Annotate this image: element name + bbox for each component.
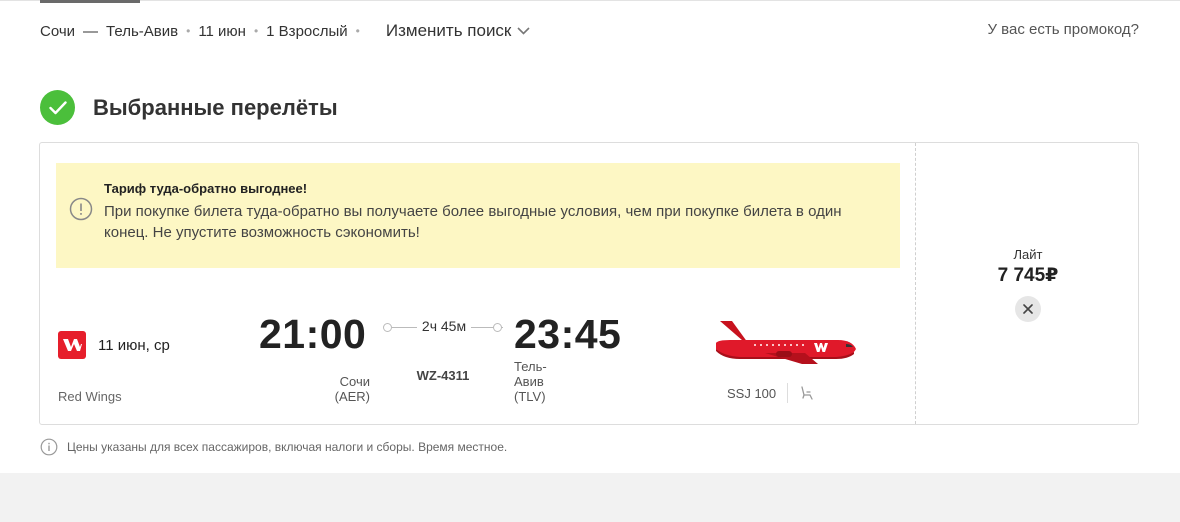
warning-icon (69, 197, 93, 221)
airline-logo (58, 331, 86, 359)
search-summary: Сочи — Тель-Авив • 11 июн • 1 Взрослый •… (40, 20, 530, 42)
flight-duration: 2ч 45м (417, 318, 471, 334)
change-search-button[interactable]: Изменить поиск (386, 21, 531, 41)
departure-city: Сочи (339, 374, 370, 389)
info-icon (40, 438, 58, 456)
search-date: 11 июн (198, 22, 246, 40)
aircraft-divider (787, 383, 788, 403)
arrival-airport: Тель- Авив (TLV) (514, 359, 547, 404)
roundtrip-notice: Тариф туда-обратно выгоднее! При покупке… (56, 163, 900, 268)
search-destination: Тель-Авив (106, 22, 179, 40)
arrival-time: 23:45 (514, 311, 622, 357)
notice-title: Тариф туда-обратно выгоднее! (104, 181, 308, 196)
aircraft-type: SSJ 100 (727, 386, 777, 401)
active-tab-indicator (40, 0, 140, 3)
page: Сочи — Тель-Авив • 11 июн • 1 Взрослый •… (0, 0, 1180, 473)
search-passengers: 1 Взрослый (266, 22, 348, 40)
search-origin: Сочи (40, 22, 76, 40)
airline-name: Red Wings (58, 389, 122, 404)
departure-airport: Сочи (AER) (320, 374, 370, 404)
flight-number: WZ-4311 (416, 368, 470, 383)
bullet-separator: • (186, 24, 191, 38)
route-separator: — (83, 22, 99, 40)
departure-time: 21:00 (259, 311, 367, 357)
change-search-label: Изменить поиск (385, 21, 512, 40)
remove-fare-button[interactable] (1015, 296, 1041, 322)
top-divider (0, 0, 1180, 1)
arrival-city-line1: Тель- (514, 359, 547, 374)
destination-point (493, 323, 502, 332)
flight-date: 11 июн, ср (98, 337, 170, 354)
aircraft-image (716, 321, 856, 364)
origin-point (383, 323, 392, 332)
flight-card: Тариф туда-обратно выгоднее! При покупке… (39, 142, 1139, 425)
fare-name: Лайт (1013, 247, 1043, 262)
check-icon (40, 90, 75, 125)
fare-price: 7 745₽ (997, 265, 1059, 286)
selected-flights-header: Выбранные перелёты (40, 90, 338, 125)
bullet-separator: • (253, 24, 259, 38)
footnote-text: Цены указаны для всех пассажиров, включа… (67, 440, 508, 454)
close-icon (1023, 304, 1033, 314)
section-title: Выбранные перелёты (93, 94, 338, 120)
seat-icon (801, 386, 813, 400)
departure-code: (AER) (334, 389, 370, 404)
notice-text: При покупке билета туда-обратно вы получ… (104, 203, 842, 241)
promo-code-link[interactable]: У вас есть промокод? (987, 21, 1139, 38)
bullet-separator: • (355, 24, 360, 38)
arrival-code: (TLV) (514, 389, 546, 404)
arrival-city-line2: Авив (514, 374, 544, 389)
chevron-down-icon (517, 27, 530, 35)
price-footnote: Цены указаны для всех пассажиров, включа… (40, 438, 507, 456)
